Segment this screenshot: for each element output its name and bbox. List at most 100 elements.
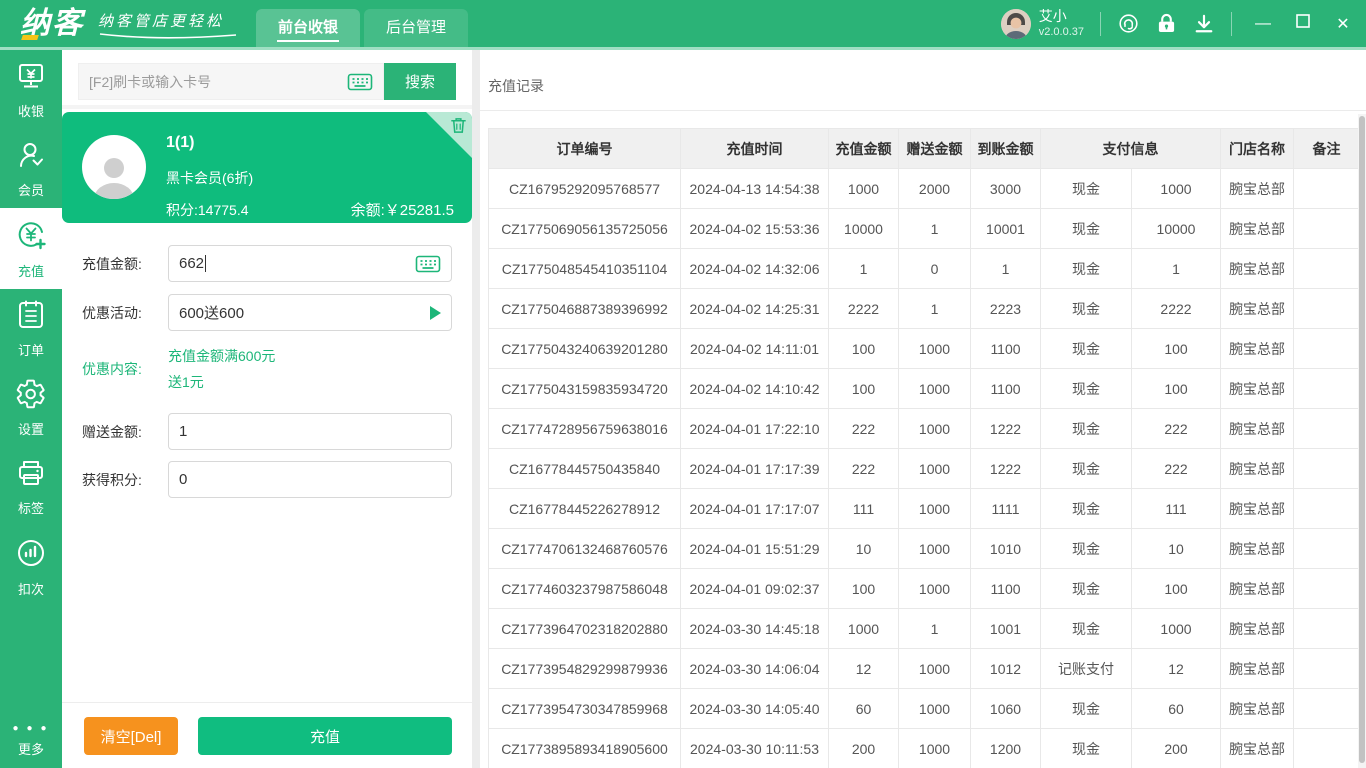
record-cell: 1000 [1131, 608, 1221, 649]
tab-front-cashier[interactable]: 前台收银 [256, 9, 361, 47]
keyboard-icon[interactable] [415, 254, 441, 274]
record-cell: 腕宝总部 [1220, 168, 1294, 209]
user-chip[interactable]: 艾小 v2.0.0.37 [1000, 8, 1084, 39]
gift-amount-input[interactable]: 1 [168, 413, 452, 450]
col-recharge-time: 充值时间 [680, 128, 829, 169]
points-gain-label: 获得积分: [82, 471, 142, 488]
tab-backend-manage[interactable]: 后台管理 [364, 9, 469, 47]
record-cell: 腕宝总部 [1220, 208, 1294, 249]
record-cell: 100 [1131, 368, 1221, 409]
record-cell: CZ1775046887389396992 [488, 288, 681, 329]
member-name: 1(1) [166, 134, 195, 151]
member-points: 积分:14775.4 [166, 202, 249, 218]
record-cell [1293, 528, 1360, 569]
sidebar-item-cashier[interactable]: 收银 [0, 50, 62, 129]
clear-button[interactable]: 清空[Del] [84, 717, 178, 755]
minimize-button[interactable]: — [1254, 15, 1272, 33]
sidebar-item-recharge[interactable]: 充值 [0, 208, 62, 289]
record-cell: 2024-04-02 14:32:06 [680, 248, 829, 289]
recharge-amount-value: 662 [179, 255, 205, 272]
recharge-button[interactable]: 充值 [198, 717, 452, 755]
record-row: CZ16778445750435840 2024-04-01 17:17:39 22… [488, 448, 1360, 489]
window-controls: — ✕ [1254, 14, 1352, 34]
record-cell: 222 [828, 408, 899, 449]
record-cell: 现金 [1040, 448, 1132, 489]
record-cell: 1000 [828, 168, 899, 209]
search-button[interactable]: 搜索 [384, 63, 456, 100]
table-scrollbar[interactable] [1358, 114, 1366, 768]
record-cell: 2024-04-02 14:11:01 [680, 328, 829, 369]
sidebar-item-member[interactable]: 会员 [0, 129, 62, 208]
recharge-amount-label: 充值金额: [82, 255, 142, 272]
form-row-promo-content: 优惠内容: 充值金额满600元 送1元 [62, 348, 472, 390]
keyboard-icon[interactable] [347, 72, 373, 92]
record-cell: 1200 [970, 728, 1041, 768]
record-cell: 100 [828, 368, 899, 409]
remove-member-icon[interactable] [450, 116, 467, 139]
recharge-amount-input[interactable]: 662 [168, 245, 452, 282]
sidebar-label: 更多 [17, 742, 44, 757]
sidebar-item-orders[interactable]: 订单 [0, 289, 62, 368]
promo-content-text: 充值金额满600元 送1元 [168, 343, 275, 395]
record-cell: 腕宝总部 [1220, 528, 1294, 569]
scrollbar-thumb[interactable] [1359, 116, 1365, 764]
member-recharge-panel: [F2]刷卡或输入卡号 搜索 1(1) 黑卡会员(6折) 积分:14775.4 … [62, 50, 472, 768]
record-cell: 100 [828, 568, 899, 609]
record-row: CZ1774603237987586048 2024-04-01 09:02:37… [488, 568, 1360, 609]
record-cell: 1 [1131, 248, 1221, 289]
sidebar-item-more[interactable]: ● ● ● 更多 [0, 724, 62, 768]
member-icon [15, 139, 47, 176]
record-cell [1293, 168, 1360, 209]
member-balance: 余额:￥25281.5 [350, 202, 454, 219]
record-cell: CZ1773954829299879936 [488, 648, 681, 689]
form-row-points: 获得积分: 0 [62, 461, 472, 498]
sidebar-label: 收银 [17, 104, 44, 119]
col-gift-amount: 赠送金额 [898, 128, 971, 169]
record-row: CZ1775043159835934720 2024-04-02 14:10:42… [488, 368, 1360, 409]
record-cell: 腕宝总部 [1220, 728, 1294, 768]
lock-icon[interactable] [1155, 13, 1177, 35]
record-cell: CZ1775069056135725056 [488, 208, 681, 249]
record-row: CZ16778445226278912 2024-04-01 17:17:07 11… [488, 488, 1360, 529]
record-cell: 12 [1131, 648, 1221, 689]
record-cell: 1000 [898, 688, 971, 729]
cashier-icon [15, 60, 47, 97]
card-search-input[interactable]: [F2]刷卡或输入卡号 [78, 63, 384, 100]
record-cell: 1 [828, 248, 899, 289]
panel-divider [472, 50, 480, 768]
record-cell: 2024-04-01 17:22:10 [680, 408, 829, 449]
promo-activity-select[interactable]: 600送600 [168, 294, 452, 331]
download-icon[interactable] [1193, 13, 1215, 35]
sidebar-item-deduct[interactable]: 扣次 [0, 526, 62, 607]
record-cell [1293, 688, 1360, 729]
record-cell [1293, 608, 1360, 649]
sidebar-item-label[interactable]: 标签 [0, 447, 62, 526]
record-cell: 10000 [1131, 208, 1221, 249]
record-cell: 222 [1131, 448, 1221, 489]
record-cell: 1000 [898, 728, 971, 768]
col-arrival-amount: 到账金额 [970, 128, 1041, 169]
form-row-gift: 赠送金额: 1 [62, 413, 472, 450]
record-cell: 3000 [970, 168, 1041, 209]
slogan-underline [99, 32, 237, 39]
record-cell: 1000 [898, 328, 971, 369]
record-cell: 现金 [1040, 248, 1132, 289]
card-search-row: [F2]刷卡或输入卡号 搜索 [78, 63, 456, 100]
sidebar-item-settings[interactable]: 设置 [0, 368, 62, 447]
points-gain-input[interactable]: 0 [168, 461, 452, 498]
record-cell: 现金 [1040, 408, 1132, 449]
maximize-button[interactable] [1294, 14, 1312, 33]
record-cell: 现金 [1040, 608, 1132, 649]
customer-service-icon[interactable] [1117, 13, 1139, 35]
record-row: CZ1774728956759638016 2024-04-01 17:22:10… [488, 408, 1360, 449]
record-cell: CZ1775048545410351104 [488, 248, 681, 289]
expand-arrow-icon[interactable] [430, 305, 441, 320]
settings-icon [15, 378, 47, 415]
section-divider [62, 105, 472, 109]
record-cell: 1001 [970, 608, 1041, 649]
records-table-body: CZ16795292095768577 2024-04-13 14:54:38 10… [488, 168, 1360, 768]
close-button[interactable]: ✕ [1334, 14, 1352, 34]
record-cell: CZ1775043240639201280 [488, 328, 681, 369]
topbar-divider [1100, 11, 1101, 36]
record-cell: 腕宝总部 [1220, 488, 1294, 529]
